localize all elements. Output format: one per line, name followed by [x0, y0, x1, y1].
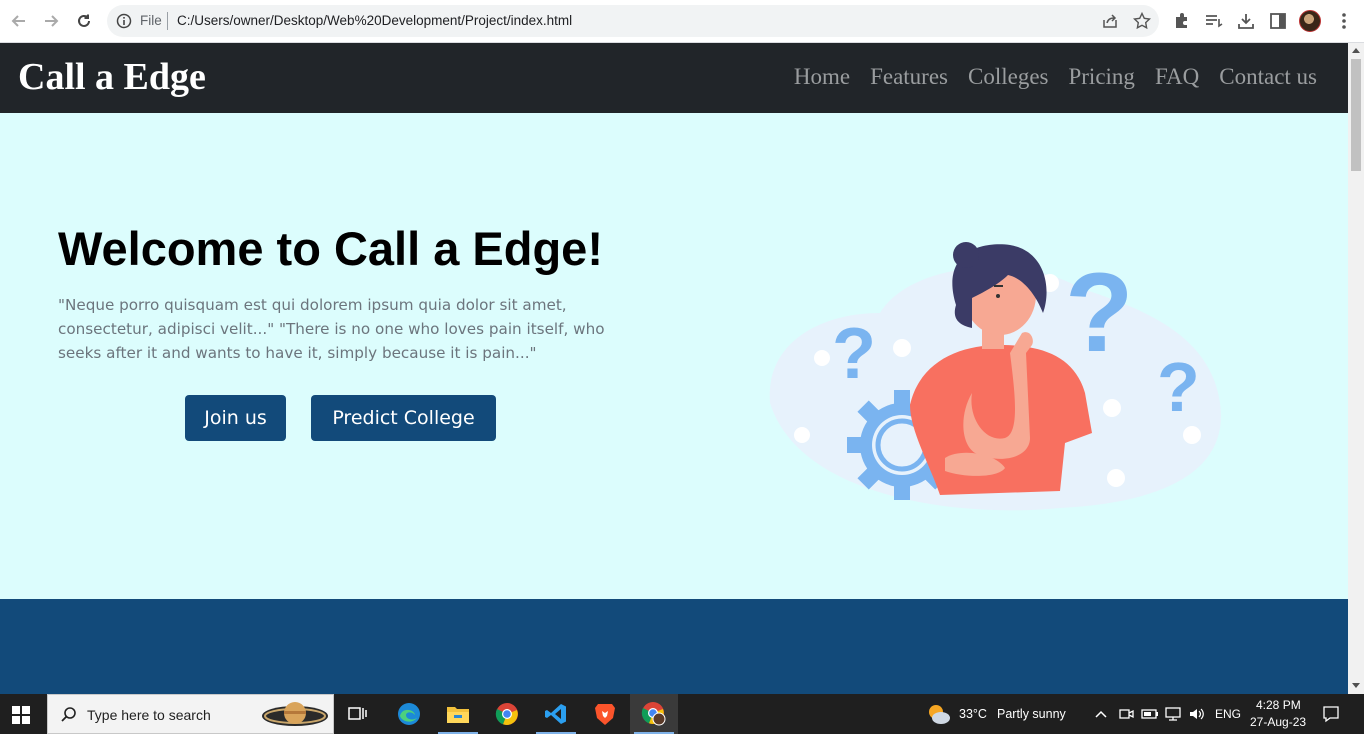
predict-college-button[interactable]: Predict College: [311, 395, 496, 441]
volume-icon[interactable]: [1188, 706, 1206, 727]
chrome-icon[interactable]: [483, 694, 531, 734]
language-indicator[interactable]: ENG: [1215, 707, 1241, 721]
hero-section: Welcome to Call a Edge! "Neque porro qui…: [0, 113, 1348, 599]
clock-date[interactable]: 27-Aug-23: [1250, 715, 1306, 729]
nav-contact-us[interactable]: Contact us: [1219, 64, 1317, 90]
bookmark-star-icon[interactable]: [1132, 11, 1152, 30]
page-viewport: Call a Edge Home Features Colleges Prici…: [0, 43, 1348, 694]
nav-features[interactable]: Features: [870, 64, 948, 90]
nav-faq[interactable]: FAQ: [1155, 64, 1199, 90]
share-icon[interactable]: [1101, 12, 1119, 30]
file-explorer-icon[interactable]: [434, 694, 482, 734]
address-bar[interactable]: File C:/Users/owner/Desktop/Web%20Develo…: [107, 5, 1159, 37]
forward-icon[interactable]: [40, 10, 62, 32]
notifications-icon[interactable]: [1322, 705, 1340, 728]
site-navbar: Call a Edge Home Features Colleges Prici…: [0, 43, 1348, 113]
edge-browser-icon[interactable]: [385, 694, 433, 734]
url-text[interactable]: C:/Users/owner/Desktop/Web%20Development…: [177, 13, 572, 28]
question-mark-icon: ?: [832, 314, 876, 394]
search-placeholder: Type here to search: [87, 707, 211, 723]
browser-toolbar: File C:/Users/owner/Desktop/Web%20Develo…: [0, 0, 1364, 43]
file-label: File: [140, 13, 162, 28]
download-icon[interactable]: [1236, 11, 1256, 31]
join-us-button[interactable]: Join us: [185, 395, 286, 441]
chevron-up-icon[interactable]: [1094, 707, 1108, 726]
side-panel-icon[interactable]: [1268, 11, 1288, 31]
profile-avatar[interactable]: [1299, 10, 1321, 32]
saturn-search-highlight-icon: [260, 697, 330, 734]
scroll-thumb[interactable]: [1351, 59, 1361, 171]
features-section: [0, 599, 1348, 694]
taskbar-search-box[interactable]: Type here to search: [47, 694, 334, 734]
brave-browser-icon[interactable]: [581, 694, 629, 734]
weather-partly-sunny-icon[interactable]: [926, 702, 952, 731]
battery-icon[interactable]: [1141, 706, 1159, 727]
nav-colleges[interactable]: Colleges: [968, 64, 1049, 90]
page-scrollbar[interactable]: [1348, 43, 1364, 694]
task-view-icon[interactable]: [334, 694, 382, 734]
windows-taskbar: Type here to search 33°C Partly sunny EN…: [0, 694, 1364, 734]
site-info-icon[interactable]: [116, 13, 132, 34]
question-mark-icon: ?: [1157, 348, 1200, 426]
thinking-woman-illustration: ? ? ?: [769, 242, 1221, 511]
search-icon: [60, 706, 78, 729]
weather-temperature[interactable]: 33°C: [959, 707, 987, 721]
hero-description: "Neque porro quisquam est qui dolorem ip…: [58, 296, 605, 362]
windows-start-icon[interactable]: [12, 706, 30, 729]
nav-pricing[interactable]: Pricing: [1068, 64, 1134, 90]
chrome-profile-active-icon[interactable]: [630, 694, 678, 734]
back-icon[interactable]: [8, 10, 30, 32]
network-icon[interactable]: [1164, 706, 1182, 727]
scroll-up-icon[interactable]: [1352, 48, 1360, 53]
meet-now-icon[interactable]: [1118, 706, 1134, 727]
divider: [167, 12, 168, 30]
nav-links: Home Features Colleges Pricing FAQ Conta…: [794, 64, 1317, 90]
reading-list-icon[interactable]: [1204, 11, 1224, 31]
vscode-icon[interactable]: [532, 694, 580, 734]
menu-kebab-icon[interactable]: [1334, 11, 1354, 31]
weather-description[interactable]: Partly sunny: [997, 707, 1066, 721]
hero-title: Welcome to Call a Edge!: [58, 222, 603, 275]
brand-logo-text[interactable]: Call a Edge: [18, 55, 206, 99]
clock-time[interactable]: 4:28 PM: [1256, 698, 1301, 712]
scroll-down-icon[interactable]: [1352, 683, 1360, 688]
reload-icon[interactable]: [73, 10, 95, 32]
nav-home[interactable]: Home: [794, 64, 850, 90]
question-mark-icon: ?: [1065, 250, 1133, 375]
extensions-icon[interactable]: [1172, 11, 1192, 31]
